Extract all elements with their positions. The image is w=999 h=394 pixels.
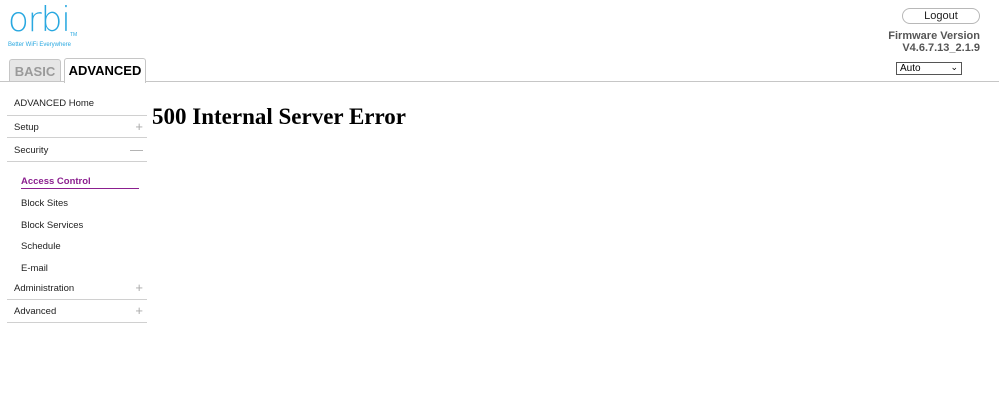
logo-tagline: Better WiFi Everywhere [8,42,72,48]
sidebar-item-security[interactable]: Security — [7,139,147,162]
sidebar-item-advanced-home[interactable]: ADVANCED Home [7,92,147,115]
logout-button[interactable]: Logout [902,8,980,24]
sidebar-item-label: ADVANCED Home [14,98,95,109]
sidebar-subitem-access-control[interactable]: Access Control [21,176,139,189]
plus-icon: + [135,280,143,295]
sidebar-item-label: Security [14,145,49,156]
error-title: 500 Internal Server Error [152,104,407,129]
logo-wordmark: orbi [8,0,71,40]
tab-advanced[interactable]: ADVANCED [64,58,146,83]
language-select-value: Auto [900,63,921,74]
sidebar-item-label: Administration [14,283,75,294]
language-select[interactable]: Auto ⌄ [896,62,962,75]
firmware-version-label: Firmware Version [888,30,980,42]
chevron-down-icon: ⌄ [950,62,958,72]
orbi-logo: orbi TM Better WiFi Everywhere [8,0,88,52]
plus-icon: + [135,119,143,134]
sidebar-item-setup[interactable]: Setup + [7,115,147,138]
sidebar-item-advanced[interactable]: Advanced + [7,300,147,323]
sidebar-subitem-block-services[interactable]: Block Services [21,220,83,231]
minus-icon: — [130,142,143,157]
firmware-version-value: V4.6.7.13_2.1.9 [902,42,980,54]
sidebar-subitem-block-sites[interactable]: Block Sites [21,198,68,209]
sidebar-subitem-email[interactable]: E-mail [21,263,48,274]
sidebar-subitem-schedule[interactable]: Schedule [21,241,61,252]
header-divider [0,81,999,82]
sidebar-item-administration[interactable]: Administration + [7,277,147,300]
plus-icon: + [135,303,143,318]
tab-basic[interactable]: BASIC [9,59,61,82]
sidebar-item-label: Setup [14,122,39,133]
sidebar-item-label: Advanced [14,306,57,317]
logo-trademark: TM [70,32,78,38]
